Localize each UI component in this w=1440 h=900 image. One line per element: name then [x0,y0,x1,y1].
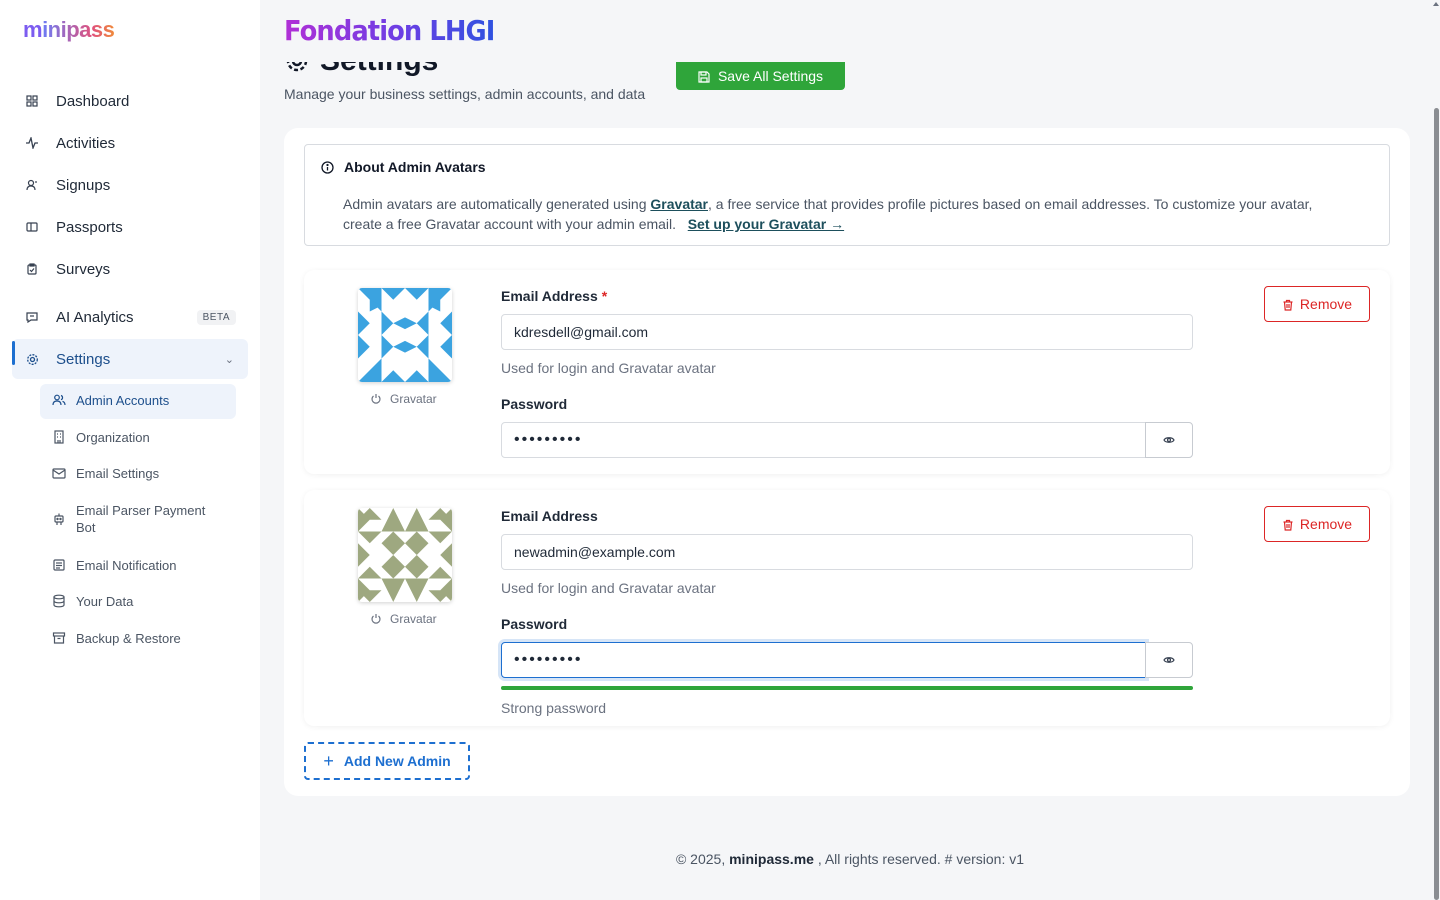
password-strength-fill [501,686,1193,690]
building-icon [52,430,66,444]
password-strength-text: Strong password [501,700,607,716]
page-scrollbar[interactable] [1432,0,1440,900]
list-icon [52,558,66,572]
activity-icon [24,135,40,151]
users-icon [52,393,66,407]
footer-brand-link[interactable]: minipass.me [729,851,814,867]
nav-item-settings[interactable]: Settings ⌄ [12,339,248,379]
eye-icon [1163,434,1175,446]
footer: © 2025, minipass.me , All rights reserve… [675,851,1025,867]
page-title-area: Settings [284,62,684,78]
info-icon [321,160,334,174]
email-help-text: Used for login and Gravatar avatar [501,360,716,376]
clipboard-icon [24,261,40,277]
gear-icon [284,62,310,74]
email-input[interactable]: newadmin@example.com [501,534,1193,570]
chevron-down-icon: ⌄ [224,353,234,366]
gravatar-avatar [358,288,452,382]
subnav-backup-restore[interactable]: Backup & Restore [40,622,236,655]
nav-item-surveys[interactable]: Surveys [12,249,248,289]
scrollbar-thumb[interactable] [1434,108,1439,900]
admin-entry: Gravatar Email Address * kdresdell@gmail.… [304,270,1390,474]
user-icon [24,177,40,193]
remove-admin-button[interactable]: Remove [1264,506,1370,542]
subnav-organization[interactable]: Organization [40,421,236,454]
save-icon [698,70,710,83]
nav-item-passports[interactable]: Passports [12,207,248,247]
grid-icon [24,93,40,109]
toggle-password-visibility-button[interactable] [1145,642,1193,678]
power-icon [370,613,382,625]
admin-accounts-card: About Admin Avatars Admin avatars are au… [284,128,1410,796]
power-icon [370,393,382,405]
page-subtitle: Manage your business settings, admin acc… [284,86,646,102]
email-help-text: Used for login and Gravatar avatar [501,580,716,596]
ticket-icon [24,219,40,235]
avatar-info-alert: About Admin Avatars Admin avatars are au… [304,144,1390,246]
password-input[interactable]: ••••••••• [501,422,1146,458]
email-input[interactable]: kdresdell@gmail.com [501,314,1193,350]
plus-icon: + [323,750,334,771]
page-title: Settings [284,62,438,78]
gravatar-avatar [358,508,452,602]
password-label: Password [501,616,568,632]
subnav-email-settings[interactable]: Email Settings [40,457,236,490]
gravatar-label: Gravatar [370,612,437,626]
subnav-email-notification[interactable]: Email Notification [40,549,236,582]
subnav-admin-accounts[interactable]: Admin Accounts [40,384,236,419]
subnav-your-data[interactable]: Your Data [40,585,236,618]
nav-item-signups[interactable]: Signups [12,165,248,205]
toggle-password-visibility-button[interactable] [1145,422,1193,458]
subnav-email-parser-payment-bot[interactable]: Email Parser Payment Bot [40,494,236,544]
add-new-admin-button[interactable]: + Add New Admin [304,742,470,780]
password-strength-bar [501,686,1193,690]
password-label: Password [501,396,568,412]
sidebar: minipass Dashboard Activities Signups Pa… [0,0,260,900]
trash-icon [1282,518,1294,531]
admin-entry: Gravatar Email Address newadmin@example.… [304,490,1390,726]
message-icon [24,309,40,325]
required-indicator: * [601,288,608,304]
email-label: Email Address * [501,288,608,304]
bot-icon [52,512,66,526]
organization-name: Fondation LHGI [284,14,495,47]
setup-gravatar-link[interactable]: Set up your Gravatar → [688,216,844,232]
nav-item-ai-analytics[interactable]: AI Analytics BETA [12,297,248,337]
minipass-logo[interactable]: minipass [23,17,115,43]
info-title: About Admin Avatars [321,159,486,175]
trash-icon [1282,298,1294,311]
scroll-up-arrow-icon[interactable] [1433,2,1439,6]
gravatar-link[interactable]: Gravatar [650,196,708,212]
mail-icon [52,466,66,480]
archive-icon [52,631,66,645]
database-icon [52,594,66,608]
gear-icon [24,351,40,367]
remove-admin-button[interactable]: Remove [1264,286,1370,322]
beta-badge: BETA [196,309,236,325]
eye-icon [1163,654,1175,666]
nav-item-dashboard[interactable]: Dashboard [12,81,248,121]
gravatar-label: Gravatar [370,392,437,406]
info-text: Admin avatars are automatically generate… [343,196,1313,232]
password-input[interactable]: ••••••••• [501,642,1146,678]
email-label: Email Address [501,508,598,524]
nav-item-activities[interactable]: Activities [12,123,248,163]
save-all-settings-button[interactable]: Save All Settings [676,62,845,90]
